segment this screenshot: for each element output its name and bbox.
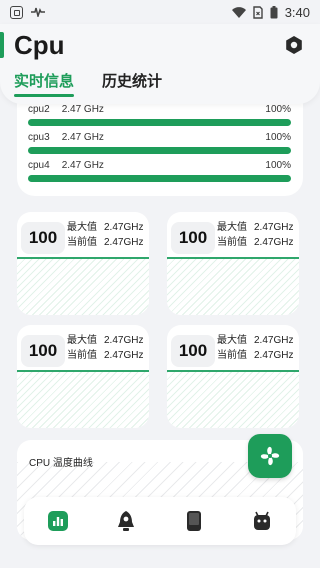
wifi-icon	[231, 6, 246, 18]
cpu-percent: 100%	[265, 160, 291, 171]
tab-bar: 实时信息 历史统计	[14, 70, 162, 97]
core-card[interactable]: 100 最大值 2.47GHz 当前值 2.47GHz	[17, 325, 149, 428]
current-value: 2.47GHz	[104, 350, 144, 361]
title-accent	[0, 32, 4, 58]
cpu-progress-bar	[28, 147, 291, 154]
nav-item-cpu[interactable]	[24, 497, 92, 545]
settings-icon[interactable]	[284, 35, 304, 55]
cpu-row: cpu2 2.47 GHz 100%	[28, 104, 291, 132]
temperature-chart-title: CPU 温度曲线	[29, 458, 93, 469]
current-label: 当前值	[67, 350, 97, 361]
status-bar: 3:40	[0, 0, 320, 24]
cpu-freq: 2.47 GHz	[61, 104, 104, 115]
core-usage-value: 100	[171, 335, 215, 367]
max-value: 2.47GHz	[254, 335, 294, 346]
cpu-name: cpu3	[28, 132, 50, 143]
cpu-percent: 100%	[265, 104, 291, 115]
nav-item-device[interactable]	[160, 497, 228, 545]
bottom-navigation	[24, 497, 296, 545]
current-value: 2.47GHz	[104, 237, 144, 248]
core-card[interactable]: 100 最大值 2.47GHz 当前值 2.47GHz	[167, 212, 299, 315]
core-usage-chart	[167, 257, 299, 315]
sim-icon	[252, 5, 263, 19]
app-header: Cpu 实时信息 历史统计	[0, 24, 320, 104]
max-label: 最大值	[67, 222, 97, 233]
cpu-name: cpu2	[28, 104, 50, 115]
current-label: 当前值	[217, 350, 247, 361]
pulse-icon	[31, 7, 45, 17]
battery-icon	[270, 5, 278, 18]
max-label: 最大值	[217, 335, 247, 346]
core-usage-value: 100	[21, 222, 65, 254]
current-value: 2.47GHz	[254, 237, 294, 248]
max-label: 最大值	[217, 222, 247, 233]
cpu-name: cpu4	[28, 160, 50, 171]
core-card[interactable]: 100 最大值 2.47GHz 当前值 2.47GHz	[167, 325, 299, 428]
cpu-freq: 2.47 GHz	[61, 160, 104, 171]
core-usage-value: 100	[21, 335, 65, 367]
max-value: 2.47GHz	[104, 222, 144, 233]
cpu-row: cpu3 2.47 GHz 100%	[28, 132, 291, 160]
core-card[interactable]: 100 最大值 2.47GHz 当前值 2.47GHz	[17, 212, 149, 315]
phone-icon	[187, 511, 201, 531]
max-value: 2.47GHz	[104, 335, 144, 346]
cpu-freq: 2.47 GHz	[61, 132, 104, 143]
cpu-percent: 100%	[265, 132, 291, 143]
max-label: 最大值	[67, 335, 97, 346]
core-usage-value: 100	[171, 222, 215, 254]
chart-icon	[48, 511, 68, 531]
cpu-progress-bar	[28, 119, 291, 126]
app-notification-icon	[10, 5, 23, 19]
current-label: 当前值	[217, 237, 247, 248]
current-value: 2.47GHz	[254, 350, 294, 361]
current-label: 当前值	[67, 237, 97, 248]
nav-item-system[interactable]	[228, 497, 296, 545]
cpu-row: cpu4 2.47 GHz 100%	[28, 160, 291, 188]
core-usage-chart	[167, 370, 299, 428]
page-title: Cpu	[14, 30, 65, 60]
fan-button[interactable]	[248, 434, 292, 478]
nav-item-boost[interactable]	[92, 497, 160, 545]
clock: 3:40	[284, 4, 310, 20]
cpu-progress-bar	[28, 175, 291, 182]
fan-icon	[260, 446, 280, 466]
tab-history[interactable]: 历史统计	[102, 70, 162, 97]
tab-realtime[interactable]: 实时信息	[14, 70, 75, 97]
android-icon	[254, 511, 270, 530]
core-usage-chart	[17, 370, 149, 428]
rocket-icon	[118, 511, 134, 531]
core-usage-chart	[17, 257, 149, 315]
max-value: 2.47GHz	[254, 222, 294, 233]
